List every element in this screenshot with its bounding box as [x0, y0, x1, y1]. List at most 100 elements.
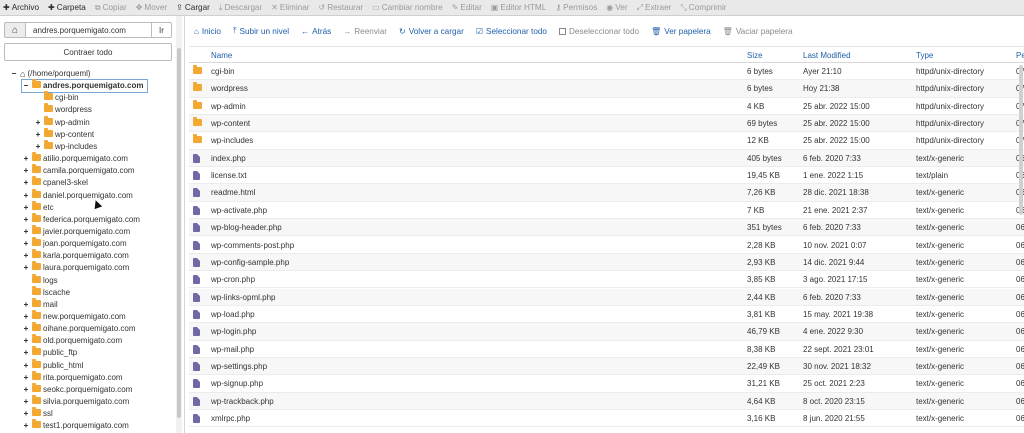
table-row[interactable]: wp-cron.php 3,85 KB 3 ago. 2021 17:15 text/… — [189, 271, 1024, 289]
table-row[interactable]: wp-activate.php 7 KB 21 ene. 2021 2:37 text… — [189, 202, 1024, 220]
tree-item[interactable]: logs — [22, 273, 58, 287]
action-subir-un-nivel-button[interactable]: ⤒ Subir un nivel — [233, 26, 289, 36]
toolbar-restaurar-button[interactable]: ↺ Restaurar — [319, 3, 364, 12]
tree-item[interactable]: + joan.porquemigato.com — [22, 237, 127, 250]
tree-toggle[interactable]: + — [22, 190, 30, 202]
toolbar-mover-button[interactable]: ✥ Mover — [136, 3, 167, 12]
tree-item[interactable]: + atilio.porquemigato.com — [22, 152, 128, 165]
tree-item[interactable]: cgi-bin — [34, 91, 79, 104]
tree-toggle[interactable]: + — [22, 420, 30, 432]
tree-item[interactable]: + silvia.porquemigato.com — [22, 395, 129, 408]
tree-item[interactable]: + daniel.porquemigato.com — [22, 188, 133, 202]
tree-item[interactable]: + karla.porquemigato.com — [22, 249, 129, 262]
tree-toggle[interactable]: + — [22, 384, 30, 396]
tree-item[interactable]: + javier.porquemigato.com — [22, 224, 130, 238]
go-button[interactable]: Ir — [152, 22, 172, 38]
tree-toggle[interactable]: + — [22, 311, 30, 323]
tree-toggle[interactable]: + — [22, 360, 30, 372]
tree-toggle[interactable]: + — [22, 226, 30, 238]
tree-item[interactable]: wordpress — [34, 103, 92, 116]
toolbar-extraer-button[interactable]: ⤢ Extraer — [637, 3, 672, 13]
tree-toggle[interactable]: + — [22, 177, 30, 189]
action-deseleccionar-todo-button[interactable]: Deseleccionar todo — [558, 27, 639, 36]
table-row[interactable]: cgi-bin 6 bytes Ayer 21:10 httpd/unix-direc… — [189, 63, 1024, 81]
tree-item[interactable]: + new.porquemigato.com — [22, 310, 126, 323]
tree-scrollbar-thumb[interactable] — [177, 48, 181, 418]
home-button[interactable]: ⌂ — [4, 22, 26, 38]
tree-item[interactable]: + federica.porquemigato.com — [22, 212, 140, 226]
tree-item[interactable]: + wp-content — [34, 127, 94, 141]
tree-toggle[interactable]: + — [22, 250, 30, 262]
tree-item[interactable]: − ⌂ (/home/porqueml) — [10, 68, 91, 80]
toolbar-copiar-button[interactable]: ⧉ Copiar — [95, 3, 127, 13]
tree-item[interactable]: lscache — [22, 285, 70, 299]
toolbar-ver-button[interactable]: ◉ Ver — [606, 3, 627, 12]
tree-toggle[interactable]: − — [22, 80, 30, 92]
tree-item[interactable]: + test1.porquemigato.com — [22, 419, 129, 432]
tree-toggle[interactable]: + — [34, 117, 42, 129]
table-row[interactable]: wp-signup.php 31,21 KB 25 oct. 2021 2:23 te… — [189, 375, 1024, 393]
action-atrás-button[interactable]: ← Atrás — [301, 27, 331, 36]
tree-item[interactable]: + mail — [22, 297, 58, 311]
toolbar-permisos-button[interactable]: ⚷ Permisos — [555, 3, 597, 12]
collapse-all-button[interactable]: Contraer todo — [4, 43, 172, 61]
table-row[interactable]: license.txt 19,45 KB 1 ene. 2022 1:15 text/… — [189, 167, 1024, 185]
tree-item[interactable]: + cpanel3-skel — [22, 176, 88, 189]
tree-toggle[interactable]: + — [22, 372, 30, 384]
file-list-scrollbar[interactable] — [1019, 65, 1024, 433]
tree-toggle[interactable]: + — [22, 396, 30, 408]
table-row[interactable]: wp-settings.php 22,49 KB 30 nov. 2021 18:3… — [189, 357, 1024, 376]
action-ver-papelera-button[interactable]: 🗑 Ver papelera — [651, 27, 711, 36]
tree-toggle[interactable]: + — [22, 299, 30, 311]
table-row[interactable]: readme.html 7,26 KB 28 dic. 2021 18:38 text… — [189, 184, 1024, 202]
table-row[interactable]: wp-config-sample.php 2,93 KB 14 dic. 2021 … — [189, 253, 1024, 272]
tree-item[interactable]: + camila.porquemigato.com — [22, 164, 135, 177]
table-row[interactable]: wp-load.php 3,81 KB 15 may. 2021 19:38 text… — [189, 306, 1024, 324]
column-permissions[interactable]: Pe — [1016, 51, 1024, 60]
action-vaciar-papelera-button[interactable]: 🗑 Vaciar papelera — [723, 27, 793, 36]
toolbar-descargar-button[interactable]: ⤓ Descargar — [219, 3, 262, 13]
table-row[interactable]: wp-login.php 46,79 KB 4 ene. 2022 9:30 text… — [189, 323, 1024, 341]
tree-toggle[interactable]: + — [22, 214, 30, 226]
tree-item[interactable]: + oihane.porquemigato.com — [22, 322, 136, 335]
tree-item[interactable]: + ssl — [22, 407, 53, 420]
tree-item[interactable]: + public_ftp — [22, 346, 77, 359]
tree-toggle[interactable]: + — [22, 153, 30, 165]
toolbar-cambiar-nombre-button[interactable]: ▭ Cambiar nombre — [372, 3, 443, 12]
tree-toggle[interactable]: + — [34, 129, 42, 141]
tree-toggle[interactable]: + — [22, 202, 30, 214]
tree-item[interactable]: + wp-admin — [34, 115, 90, 129]
table-row[interactable]: wp-links-opml.php 2,44 KB 6 feb. 2020 7:33… — [189, 288, 1024, 306]
tree-item[interactable]: − andres.porquemigato.com — [20, 79, 149, 94]
column-size[interactable]: Size — [747, 51, 763, 60]
tree-toggle[interactable]: + — [22, 238, 30, 250]
table-row[interactable]: xmlrpc.php 3,16 KB 8 jun. 2020 21:55 text/x… — [189, 410, 1024, 428]
table-row[interactable]: wp-mail.php 8,38 KB 22 sept. 2021 23:01 tex… — [189, 341, 1024, 358]
action-reenviar-button[interactable]: → Reenviar — [343, 27, 387, 36]
tree-toggle[interactable]: + — [22, 262, 30, 274]
table-row[interactable]: wp-admin 4 KB 25 abr. 2022 15:00 httpd/unix… — [189, 98, 1024, 115]
toolbar-eliminar-button[interactable]: ✕ Eliminar — [271, 3, 309, 12]
tree-item[interactable]: + seokc.porquemigato.com — [22, 382, 132, 396]
table-row[interactable]: wp-trackback.php 4,64 KB 8 oct. 2020 23:15… — [189, 392, 1024, 410]
tree-toggle[interactable]: + — [22, 323, 30, 335]
table-row[interactable]: index.php 405 bytes 6 feb. 2020 7:33 text/x… — [189, 149, 1024, 168]
action-volver-a-cargar-button[interactable]: ↻ Volver a cargar — [399, 27, 464, 36]
tree-toggle[interactable]: + — [22, 165, 30, 177]
table-row[interactable]: wp-content 69 bytes 25 abr. 2022 15:00 http… — [189, 115, 1024, 133]
toolbar-editar-button[interactable]: ✎ Editar — [452, 3, 482, 12]
toolbar-archivo-button[interactable]: ✚ Archivo — [3, 3, 39, 12]
tree-toggle[interactable]: + — [22, 347, 30, 359]
tree-toggle[interactable]: + — [22, 408, 30, 420]
tree-scrollbar[interactable] — [176, 16, 182, 433]
table-row[interactable]: wp-includes 12 KB 25 abr. 2022 15:00 httpd/… — [189, 132, 1024, 150]
tree-item[interactable]: + wp-includes — [34, 139, 97, 153]
tree-item[interactable]: + rita.porquemigato.com — [22, 370, 123, 384]
toolbar-comprimir-button[interactable]: ⤡ Comprimir — [680, 3, 726, 13]
tree-item[interactable]: + laura.porquemigato.com — [22, 261, 129, 274]
column-last-modified[interactable]: Last Modified — [803, 51, 851, 60]
toolbar-carpeta-button[interactable]: ✚ Carpeta — [48, 3, 86, 12]
tree-item[interactable]: + etc — [22, 200, 54, 214]
tree-item[interactable]: + public_html — [22, 358, 83, 372]
toolbar-cargar-button[interactable]: ⇪ Cargar — [176, 3, 210, 12]
